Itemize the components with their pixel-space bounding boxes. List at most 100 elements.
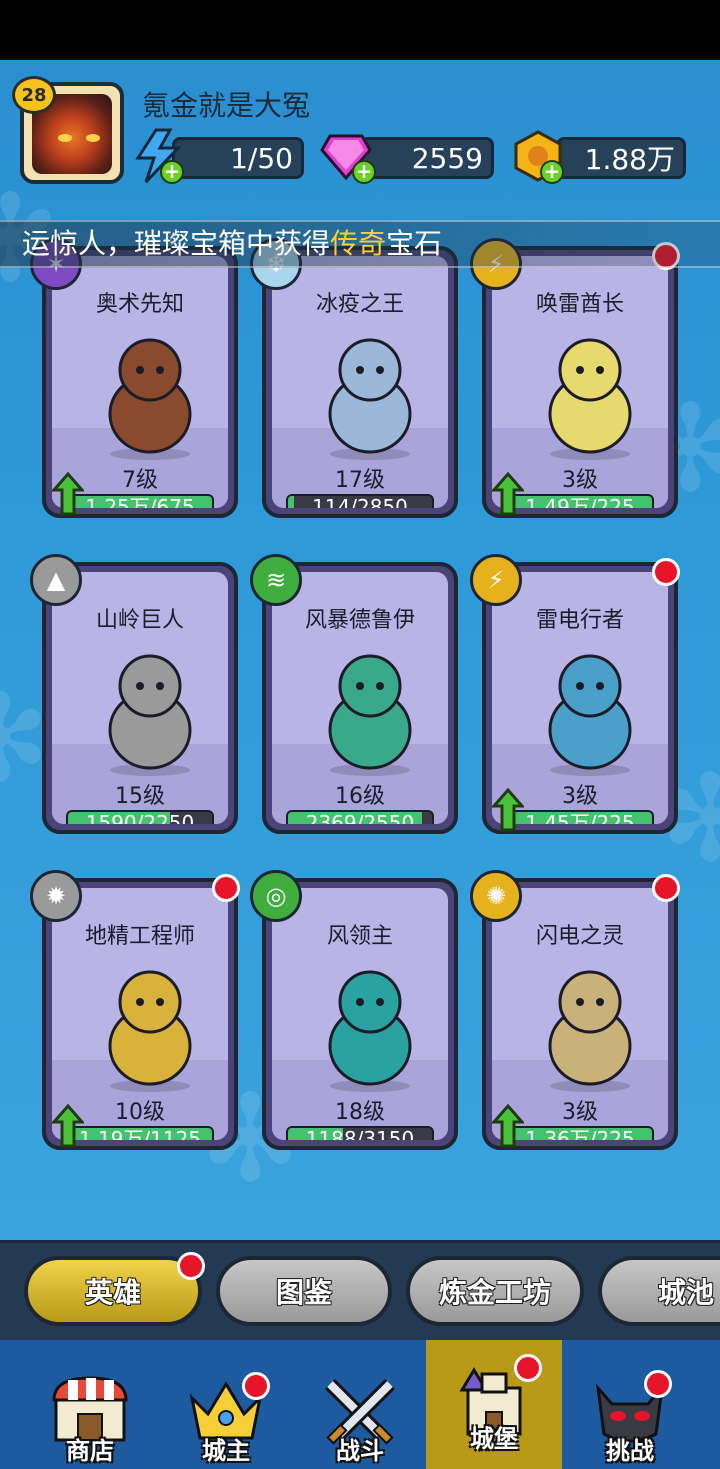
hero-portrait [548,654,632,776]
hero-portrait [328,338,412,460]
hero-shard-progress: 1188/3150 [286,1126,434,1140]
nav-label: 商店 [66,1437,114,1465]
hero-name: 地精工程师 [84,924,195,949]
hero-level: 17级 [335,468,385,493]
hero-card-body: 奥术先知 7级 1.25万/675 [52,256,228,508]
tab-alchemy-workshop[interactable]: 炼金工坊 [406,1256,584,1326]
hero-name: 风暴德鲁伊 [304,608,415,633]
hero-portrait [108,970,192,1092]
announcement-banner: 运惊人，璀璨宝箱中获得传奇宝石 [0,220,720,268]
hero-name: 唤雷酋长 [535,292,624,317]
progress-text: 1.25万/675 [85,495,195,508]
nav-shop[interactable]: 商店 [40,1370,140,1466]
hero-name: 冰疫之王 [315,292,404,317]
hero-name: 雷电行者 [535,608,624,633]
banner-highlight: 传奇 [330,227,387,260]
hero-portrait [548,970,632,1092]
nav-label: 挑战 [606,1437,654,1465]
nav-label: 战斗 [336,1437,384,1465]
hero-portrait [108,654,192,776]
hero-card-body: 风领主 18级 1188/3150 [272,888,448,1140]
progress-text: 1.36万/225 [525,1127,635,1140]
upgrade-arrow-icon [50,1103,86,1148]
hero-shard-progress: 1.36万/225 [506,1126,654,1140]
nav-battle[interactable]: 战斗 [310,1370,410,1466]
tab-heroes-alert-dot [177,1252,205,1280]
hero-shard-progress: 1.19万/1125 [66,1126,214,1140]
progress-text: 114/2850 [312,495,408,508]
hero-name: 风领主 [326,924,393,949]
hero-portrait [548,338,632,460]
hero-name: 奥术先知 [95,292,184,317]
hero-shard-progress: 2369/2550 [286,810,434,824]
hero-portrait [328,970,412,1092]
upgrade-arrow-icon [490,1103,526,1148]
bomb-icon: ✹ [30,870,82,922]
hero-shard-progress: 1.25万/675 [66,494,214,508]
nav-challenge-alert-dot [644,1370,672,1398]
tab-label: 图鉴 [275,1276,332,1309]
gold-counter: 1.88万 [556,137,686,179]
hero-card-body: 唤雷酋长 3级 1.49万/225 [492,256,668,508]
upgrade-arrow-icon [490,471,526,516]
hero-card-body: 山岭巨人 15级 1590/2250 [52,572,228,824]
tab-codex[interactable]: 图鉴 [216,1256,392,1326]
hero-name: 山岭巨人 [95,608,184,633]
banner-text-after: 宝石 [386,227,443,260]
progress-text: 1.49万/225 [525,495,635,508]
nav-castle-alert-dot [514,1354,542,1382]
nav-label: 城主 [202,1437,250,1465]
wind-icon: ≋ [250,554,302,606]
progress-text: 1188/3150 [305,1127,415,1140]
hero-card[interactable]: 风暴德鲁伊 16级 2369/2550 [262,562,458,834]
hero-level: 16级 [335,784,385,809]
lightning-icon: ⚡ [470,554,522,606]
hero-card[interactable]: 冰疫之王 17级 114/2850 [262,246,458,518]
hero-card[interactable]: 山岭巨人 15级 1590/2250 [42,562,238,834]
progress-text: 2369/2550 [305,811,415,824]
banner-text-before: 运惊人，璀璨宝箱中获得 [22,227,331,260]
upgrade-arrow-icon [490,787,526,832]
tab-label: 炼金工坊 [438,1276,551,1309]
nav-label: 城堡 [470,1425,518,1453]
hero-shard-progress: 1590/2250 [66,810,214,824]
hero-portrait [108,338,192,460]
progress-text: 1590/2250 [85,811,195,824]
add-energy-button[interactable]: + [160,160,184,184]
tab-heroes[interactable]: 英雄 [24,1256,202,1326]
hero-card[interactable]: 风领主 18级 1188/3150 [262,878,458,1150]
hero-alert-dot [212,874,240,902]
earth-icon: ▲ [30,554,82,606]
storm-icon: ✺ [470,870,522,922]
status-bar [0,0,720,60]
hero-card-body: 冰疫之王 17级 114/2850 [272,256,448,508]
hero-card-body: 闪电之灵 3级 1.36万/225 [492,888,668,1140]
player-name: 氪金就是大冤 [142,89,311,122]
energy-counter: 1/50 [172,137,304,179]
hero-shard-progress: 114/2850 [286,494,434,508]
hero-portrait [328,654,412,776]
progress-text: 1.45万/225 [525,811,635,824]
hero-level: 18级 [335,1100,385,1125]
hero-level: 15级 [115,784,165,809]
tab-label: 城池 [658,1276,715,1309]
tab-city[interactable]: 城池 [598,1256,720,1326]
player-level-badge: 28 [12,76,56,114]
add-gold-button[interactable]: + [540,160,564,184]
add-gems-button[interactable]: + [352,160,376,184]
hero-shard-progress: 1.49万/225 [506,494,654,508]
nav-lord-alert-dot [242,1372,270,1400]
hero-shard-progress: 1.45万/225 [506,810,654,824]
hero-alert-dot [652,558,680,586]
hero-alert-dot [652,874,680,902]
hero-card-body: 地精工程师 10级 1.19万/1125 [52,888,228,1140]
progress-text: 1.19万/1125 [78,1127,202,1140]
gem-counter: 2559 [360,137,494,179]
hero-card-body: 雷电行者 3级 1.45万/225 [492,572,668,824]
tornado-icon: ◎ [250,870,302,922]
hero-card-body: 风暴德鲁伊 16级 2369/2550 [272,572,448,824]
upgrade-arrow-icon [50,471,86,516]
hero-name: 闪电之灵 [535,924,624,949]
nav-castle[interactable]: 城堡 [444,1367,544,1466]
tab-label: 英雄 [84,1276,141,1309]
